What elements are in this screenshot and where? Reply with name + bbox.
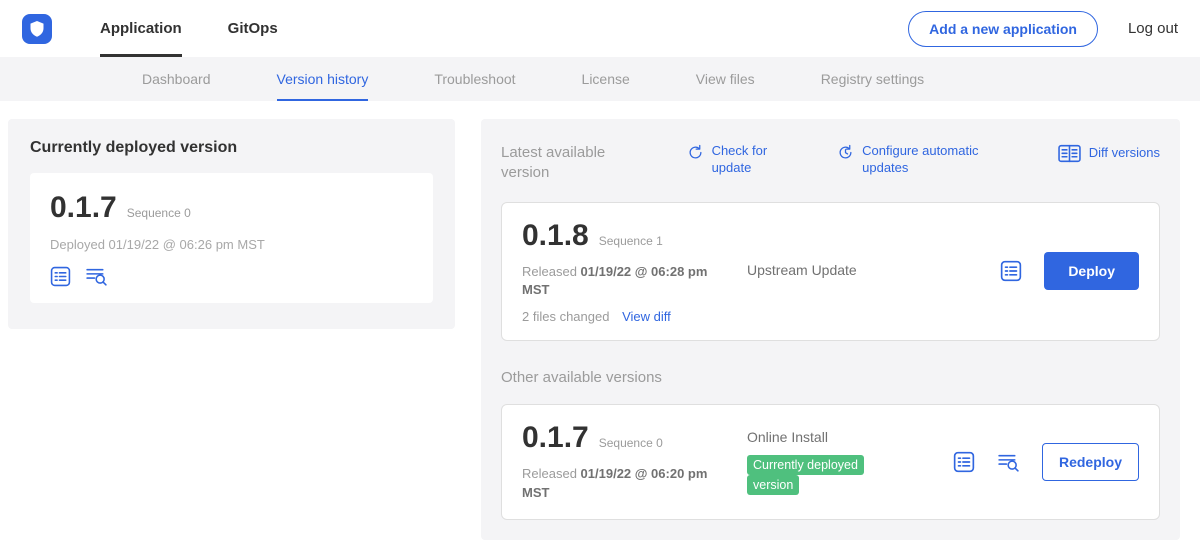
redeploy-button[interactable]: Redeploy <box>1042 443 1139 481</box>
tab-application-label: Application <box>100 20 182 37</box>
latest-sequence-label: Sequence 1 <box>599 234 663 248</box>
release-notes-icon[interactable] <box>50 266 71 287</box>
sub-nav: Dashboard Version history Troubleshoot L… <box>0 57 1200 101</box>
latest-files-changed-row: 2 files changed View diff <box>522 309 747 324</box>
deployed-version-row: 0.1.7 Sequence 0 <box>50 191 413 225</box>
latest-source-label: Upstream Update <box>747 262 857 278</box>
other-released-date: Released 01/19/22 @ 06:20 pm MST <box>522 465 727 503</box>
main-content: Currently deployed version 0.1.7 Sequenc… <box>0 101 1200 548</box>
latest-released-date: Released 01/19/22 @ 06:28 pm MST <box>522 263 727 301</box>
subnav-item-version-history[interactable]: Version history <box>277 57 369 101</box>
subnav-label: Troubleshoot <box>434 71 515 87</box>
subnav-item-registry-settings[interactable]: Registry settings <box>821 57 924 101</box>
latest-available-title: Latest available version <box>501 143 631 184</box>
diff-versions-button[interactable]: Diff versions <box>1058 143 1160 168</box>
app-logo-icon[interactable] <box>22 14 52 44</box>
latest-version-info: 0.1.8 Sequence 1 Released 01/19/22 @ 06:… <box>522 219 747 325</box>
latest-version-card: 0.1.8 Sequence 1 Released 01/19/22 @ 06:… <box>501 202 1160 342</box>
other-version-number: 0.1.7 <box>522 421 589 455</box>
released-prefix: Released <box>522 264 581 279</box>
diff-icon <box>1058 143 1081 168</box>
tab-application[interactable]: Application <box>100 0 182 57</box>
other-version-card: 0.1.7 Sequence 0 Released 01/19/22 @ 06:… <box>501 404 1160 520</box>
clock-refresh-icon <box>837 143 854 166</box>
subnav-item-license[interactable]: License <box>582 57 630 101</box>
subnav-item-view-files[interactable]: View files <box>696 57 755 101</box>
view-logs-icon[interactable] <box>85 266 108 287</box>
top-nav-tabs: Application GitOps <box>100 0 324 57</box>
deployed-version-number: 0.1.7 <box>50 191 117 225</box>
deployed-actions <box>50 266 413 287</box>
other-sequence-label: Sequence 0 <box>599 436 663 450</box>
subnav-label: Dashboard <box>142 71 211 87</box>
subnav-item-dashboard[interactable]: Dashboard <box>142 57 211 101</box>
view-diff-link[interactable]: View diff <box>622 309 671 324</box>
configure-automatic-updates-label: Configure automatic updates <box>862 143 1002 177</box>
latest-version-number: 0.1.8 <box>522 219 589 253</box>
released-prefix: Released <box>522 466 581 481</box>
currently-deployed-panel: Currently deployed version 0.1.7 Sequenc… <box>8 119 455 329</box>
other-source-label: Online Install <box>747 429 828 445</box>
currently-deployed-badge: Currently deployed version <box>747 455 864 494</box>
release-notes-icon[interactable] <box>953 451 975 473</box>
view-logs-icon[interactable] <box>997 452 1020 473</box>
available-panel-header: Latest available version Check for updat… <box>501 143 1160 184</box>
top-nav: Application GitOps Add a new application… <box>0 0 1200 57</box>
deployed-sequence-label: Sequence 0 <box>127 206 191 220</box>
top-nav-right: Add a new application Log out <box>908 0 1178 57</box>
deploy-button[interactable]: Deploy <box>1044 252 1139 290</box>
deployed-badge-wrap: Currently deployed version <box>747 456 897 495</box>
add-application-button[interactable]: Add a new application <box>908 11 1098 47</box>
diff-versions-label: Diff versions <box>1089 145 1160 162</box>
release-notes-icon[interactable] <box>1000 260 1022 282</box>
files-changed-label: 2 files changed <box>522 309 609 324</box>
subnav-label: Registry settings <box>821 71 924 87</box>
subnav-label: Version history <box>277 71 369 87</box>
shield-glyph <box>29 20 45 38</box>
logout-link[interactable]: Log out <box>1128 20 1178 37</box>
deployed-version-card: 0.1.7 Sequence 0 Deployed 01/19/22 @ 06:… <box>30 173 433 303</box>
subnav-item-troubleshoot[interactable]: Troubleshoot <box>434 57 515 101</box>
subnav-label: License <box>582 71 630 87</box>
other-version-source: Online Install Currently deployed versio… <box>747 429 953 495</box>
tab-gitops-label: GitOps <box>228 20 278 37</box>
available-versions-panel: Latest available version Check for updat… <box>481 119 1180 540</box>
check-for-update-label: Check for update <box>712 143 782 177</box>
other-version-actions: Redeploy <box>953 443 1139 481</box>
other-version-info: 0.1.7 Sequence 0 Released 01/19/22 @ 06:… <box>522 421 747 503</box>
other-available-versions-title: Other available versions <box>501 369 1160 386</box>
check-for-update-button[interactable]: Check for update <box>687 143 782 177</box>
latest-version-source: Upstream Update <box>747 262 1000 280</box>
tab-gitops[interactable]: GitOps <box>228 0 278 57</box>
configure-automatic-updates-button[interactable]: Configure automatic updates <box>837 143 1002 177</box>
deployed-panel-title: Currently deployed version <box>30 139 433 157</box>
refresh-icon <box>687 143 704 166</box>
subnav-label: View files <box>696 71 755 87</box>
deployed-date: Deployed 01/19/22 @ 06:26 pm MST <box>50 237 413 252</box>
latest-version-actions: Deploy <box>1000 252 1139 290</box>
